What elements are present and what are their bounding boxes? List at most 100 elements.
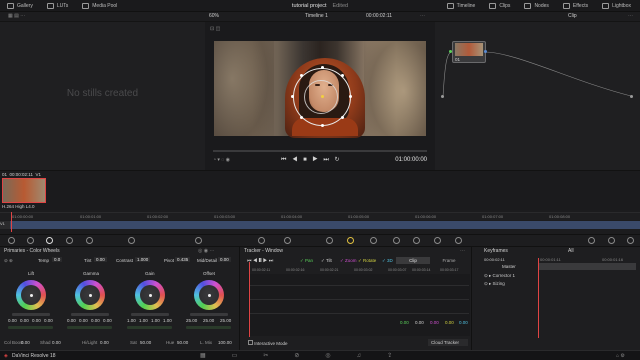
blur-icon[interactable] [393, 237, 400, 244]
rotate-check[interactable]: ✓ Rotate [358, 258, 376, 264]
hue-field[interactable]: 50.00 [177, 340, 188, 345]
track-buttons[interactable]: ⏮ ◀ ❙❙ ▶ ⏭ [247, 258, 273, 264]
window-handle-bl[interactable] [300, 116, 303, 119]
eyedropper-icon[interactable] [326, 237, 333, 244]
keyframe-row-corrector[interactable]: ⊙ ▸ Corrector 1 [484, 273, 515, 279]
motion-effects-icon[interactable] [86, 237, 93, 244]
page-tabs[interactable]: ▦▭✂⊘◎♫⇪ [200, 352, 418, 359]
col-boost-field[interactable]: 0.00 [21, 340, 30, 345]
hilight-field[interactable]: 0.00 [100, 340, 109, 345]
settings-icon[interactable]: ⌂ ⚙ [616, 353, 625, 359]
qualifier-icon[interactable] [284, 237, 291, 244]
hdr-icon[interactable] [128, 237, 135, 244]
offset-puck[interactable] [208, 294, 211, 297]
gain-puck[interactable] [149, 294, 152, 297]
sizing-icon[interactable] [434, 237, 441, 244]
node-input-dot[interactable] [449, 50, 452, 53]
3d-icon[interactable] [455, 237, 462, 244]
grid-icon[interactable]: ▦ ▤ ⋯ [8, 13, 25, 19]
camera-raw-icon[interactable] [8, 237, 15, 244]
viewer-tools[interactable]: ⊡ ◫ [210, 26, 220, 32]
lift-master-slider[interactable] [12, 313, 50, 316]
zoom-level[interactable]: 60% [209, 13, 219, 19]
lightbox-tab[interactable]: Lightbox [595, 0, 638, 12]
clip-dropdown[interactable]: Clip [568, 13, 577, 19]
wheels-options-icon[interactable]: ◎ ◉ ⋯ [198, 248, 215, 256]
clip-mode-button[interactable]: Clip [396, 257, 430, 264]
input-node-dot[interactable] [441, 95, 444, 98]
output-node-dot[interactable] [630, 95, 633, 98]
keyframes-filter[interactable]: All [568, 248, 574, 256]
timeline-ruler[interactable]: 01:00:00:00 01:00:01:00 01:00:02:00 01:0… [0, 212, 640, 220]
window-handle-top[interactable] [321, 66, 324, 69]
window-handle-right[interactable] [349, 95, 352, 98]
lift-value-b[interactable]: 0.00 [44, 318, 53, 323]
info-icon[interactable] [608, 237, 615, 244]
luts-tab[interactable]: LUTs [40, 0, 75, 12]
offset-value-b[interactable]: 25.00 [220, 318, 231, 323]
shad-field[interactable]: 0.00 [52, 340, 61, 345]
magic-mask-icon[interactable] [370, 237, 377, 244]
rgb-mixer-icon[interactable] [66, 237, 73, 244]
gamma-value-r[interactable]: 0.00 [79, 318, 88, 323]
cloud-tracker-dropdown[interactable]: Cloud Tracker [428, 339, 468, 346]
keyframes-playhead[interactable] [538, 258, 539, 338]
scopes-icon[interactable] [588, 237, 595, 244]
keyframe-row-sizing[interactable]: ⊙ ▸ Sizing [484, 281, 505, 287]
window-handle-tl[interactable] [300, 74, 303, 77]
offset-value-r[interactable]: 25.00 [186, 318, 197, 323]
interactive-checkbox[interactable] [248, 340, 253, 345]
nodes-tab[interactable]: Nodes [517, 0, 555, 12]
gamma-puck[interactable] [89, 294, 92, 297]
offset-master-slider[interactable] [190, 313, 228, 316]
timeline-tab[interactable]: Timeline [440, 0, 483, 12]
gamma-value-y[interactable]: 0.00 [67, 318, 76, 323]
viewer-mode-icon[interactable]: ◔ ▾ ◌ ◉ [213, 157, 230, 163]
node-output-dot[interactable] [484, 50, 487, 53]
tilt-check[interactable]: ✓ Tilt [321, 258, 332, 264]
color-match-icon[interactable] [27, 237, 34, 244]
panel-menu-icon[interactable]: ⋯ [628, 13, 633, 19]
gain-value-y[interactable]: 1.00 [127, 318, 136, 323]
warper-icon[interactable] [258, 237, 265, 244]
key-icon[interactable] [413, 237, 420, 244]
master-track[interactable] [538, 263, 636, 270]
3d-check[interactable]: ✓ 3D [382, 258, 393, 264]
adjust-icons[interactable]: ⊘ ⊕ [4, 258, 13, 264]
video-track[interactable] [10, 221, 640, 229]
pan-check[interactable]: ✓ Pan [300, 258, 313, 264]
pivot-field[interactable]: 0.435 [175, 257, 191, 262]
gain-value-g[interactable]: 1.00 [151, 318, 160, 323]
temp-field[interactable]: 0.0 [52, 257, 63, 262]
sat-field[interactable]: 50.00 [140, 340, 151, 345]
lift-value-r[interactable]: 0.00 [20, 318, 29, 323]
tracker-graph[interactable] [248, 274, 470, 336]
contrast-field[interactable]: 1.000 [135, 257, 151, 262]
tracker-icon[interactable] [347, 237, 354, 244]
gain-value-b[interactable]: 1.00 [163, 318, 172, 323]
interactive-mode-toggle[interactable]: Interactive Mode [248, 340, 288, 346]
viewer-scrubber[interactable] [213, 150, 427, 152]
frame-mode-button[interactable]: Frame [432, 257, 466, 264]
color-wheels-icon[interactable] [46, 237, 53, 244]
lift-value-y[interactable]: 0.00 [8, 318, 17, 323]
transport-controls[interactable]: ⏮ ◀ ■ ▶ ⏭ ↻ [281, 156, 342, 164]
clip-thumbnail[interactable] [2, 178, 46, 203]
curves-icon[interactable] [195, 237, 202, 244]
gain-value-r[interactable]: 1.00 [139, 318, 148, 323]
window-center-handle[interactable] [321, 95, 324, 98]
gallery-tab[interactable]: Gallery [0, 0, 40, 12]
timeline-name[interactable]: Timeline 1 [305, 13, 328, 19]
lmix-field[interactable]: 100.00 [218, 340, 232, 345]
lift-puck[interactable] [30, 294, 33, 297]
viewer-options-icon[interactable]: ⋯ [420, 13, 425, 19]
zoom-check[interactable]: ✓ Zoom [340, 258, 357, 264]
tracker-playhead[interactable] [249, 262, 250, 337]
offset-value-g[interactable]: 25.00 [203, 318, 214, 323]
media-pool-tab[interactable]: Media Pool [75, 0, 124, 12]
window-handle-left[interactable] [291, 95, 294, 98]
tracker-menu-icon[interactable]: ⋯ [460, 248, 465, 256]
gamma-master-slider[interactable] [71, 313, 109, 316]
effects-tab[interactable]: Effects [556, 0, 595, 12]
tint-field[interactable]: 0.00 [94, 257, 107, 262]
